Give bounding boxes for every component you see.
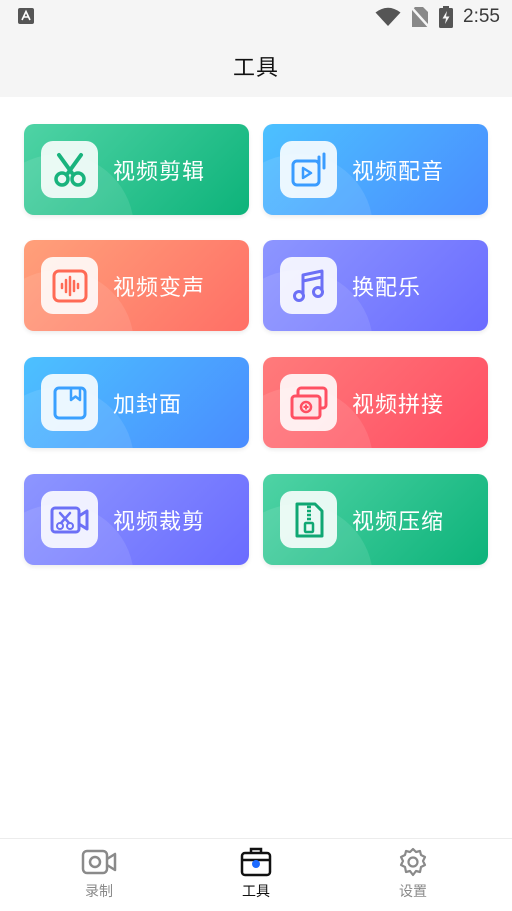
nav-label: 设置 — [399, 884, 427, 900]
cover-icon — [53, 386, 86, 419]
tool-card-video-edit[interactable]: 视频剪辑 — [24, 124, 249, 215]
tool-card-voice-change[interactable]: 视频变声 — [24, 240, 249, 331]
tool-label: 视频配音 — [352, 159, 445, 185]
bottom-nav: 录制 工具 设置 — [0, 838, 512, 910]
splice-icon — [290, 386, 327, 419]
tool-card-video-splice[interactable]: 视频拼接 — [263, 357, 488, 448]
voiceover-icon — [291, 152, 325, 186]
zip-file-icon — [295, 502, 323, 537]
tool-card-add-cover[interactable]: 加封面 — [24, 357, 249, 448]
video-camera-icon — [81, 849, 117, 875]
status-time: 2:55 — [463, 6, 500, 27]
status-icons: 2:55 — [375, 5, 500, 29]
tool-card-change-music[interactable]: 换配乐 — [263, 240, 488, 331]
nav-item-tools[interactable]: 工具 — [196, 839, 316, 911]
tool-label: 视频剪辑 — [113, 159, 206, 185]
icon-badge — [41, 374, 98, 431]
battery-charging-icon — [439, 6, 454, 28]
notification-a-icon — [18, 8, 34, 24]
tool-card-video-crop[interactable]: 视频裁剪 — [24, 474, 249, 565]
music-note-icon — [292, 269, 324, 302]
icon-badge — [280, 374, 337, 431]
tool-label: 视频变声 — [113, 275, 206, 301]
app-header: 工具 — [0, 34, 512, 97]
scissors-icon — [53, 152, 86, 187]
icon-badge — [280, 141, 337, 198]
nav-label: 录制 — [85, 884, 113, 900]
no-sim-icon — [411, 6, 430, 28]
nav-label: 工具 — [242, 884, 270, 900]
icon-badge — [41, 257, 98, 314]
gear-icon — [399, 847, 427, 877]
voice-change-icon — [52, 269, 87, 302]
tool-label: 换配乐 — [352, 275, 422, 301]
icon-badge — [41, 141, 98, 198]
icon-badge — [280, 491, 337, 548]
icon-badge — [41, 491, 98, 548]
tool-label: 视频压缩 — [352, 509, 445, 535]
page-title: 工具 — [232, 55, 279, 81]
tool-label: 视频裁剪 — [113, 509, 206, 535]
video-cut-icon — [50, 506, 88, 533]
nav-item-record[interactable]: 录制 — [39, 839, 159, 911]
wifi-icon — [375, 7, 401, 26]
tool-label: 视频拼接 — [352, 392, 445, 418]
tool-card-video-compress[interactable]: 视频压缩 — [263, 474, 488, 565]
status-bar: 2:55 — [0, 0, 512, 34]
nav-item-settings[interactable]: 设置 — [353, 839, 473, 911]
icon-badge — [280, 257, 337, 314]
toolbox-icon — [240, 847, 272, 877]
tool-label: 加封面 — [113, 392, 183, 418]
tool-card-voiceover[interactable]: 视频配音 — [263, 124, 488, 215]
